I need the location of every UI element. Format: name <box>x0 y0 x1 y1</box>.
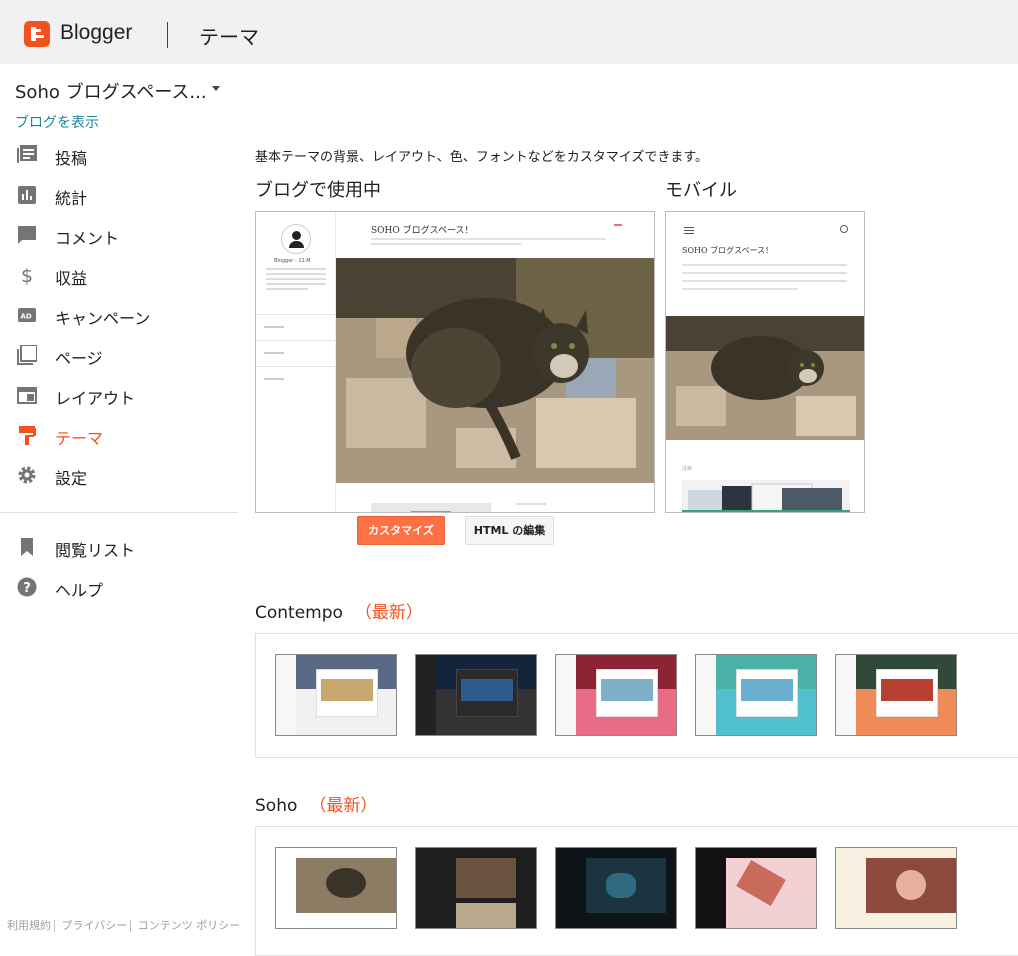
sidebar-item-campaigns[interactable]: AD キャンペーン <box>0 296 240 336</box>
theme-group-name: Contempo <box>255 603 343 623</box>
sidebar-item-pages[interactable]: ページ <box>0 336 240 376</box>
customize-button[interactable]: カスタマイズ <box>357 516 445 545</box>
mobile-theme-preview[interactable]: SOHO ブログスペース！ 注目 <box>665 211 865 513</box>
stats-icon <box>18 186 36 204</box>
content-policy-link[interactable]: コンテンツ ポリシー <box>135 917 244 933</box>
featured-label: 注目 <box>682 466 693 472</box>
cat-photo-image <box>666 316 864 440</box>
mobile-heading: モバイル <box>665 180 737 201</box>
sidebar-item-label: 収益 <box>55 269 88 288</box>
comments-icon <box>18 226 36 244</box>
sidebar-item-reading-list[interactable]: 閲覧リスト <box>0 528 240 568</box>
preview-mobile-blog-title: SOHO ブログスペース！ <box>682 246 774 255</box>
avatar <box>281 224 311 254</box>
sidebar-item-label: 統計 <box>55 189 88 208</box>
terms-link[interactable]: 利用規約 <box>4 917 54 933</box>
theme-thumbnail-soho-light[interactable] <box>275 847 397 929</box>
sidebar-secondary-nav: 閲覧リスト ? ヘルプ <box>0 528 240 608</box>
sidebar-item-theme[interactable]: テーマ <box>0 416 240 456</box>
theme-thumbnail-contempo-orange[interactable] <box>835 654 957 736</box>
theme-group-name: Soho <box>255 796 298 816</box>
sidebar-item-layout[interactable]: レイアウト <box>0 376 240 416</box>
preview-footer-area <box>371 503 546 512</box>
theme-icon <box>19 426 36 445</box>
view-blog-link[interactable]: ブログを表示 <box>15 112 99 132</box>
sidebar-item-label: 設定 <box>55 469 88 488</box>
sidebar-item-earnings[interactable]: $ 収益 <box>0 256 240 296</box>
layout-icon <box>17 387 37 404</box>
svg-text:AD: AD <box>21 313 32 321</box>
privacy-link[interactable]: プライバシー <box>59 917 131 933</box>
header-divider <box>167 22 168 48</box>
new-badge: （最新） <box>309 796 378 816</box>
svg-text:?: ? <box>23 581 31 596</box>
sidebar-item-label: キャンペーン <box>55 309 151 328</box>
cat-photo-image <box>336 258 654 483</box>
soho-theme-panel <box>255 826 1018 956</box>
sidebar-item-stats[interactable]: 統計 <box>0 176 240 216</box>
theme-thumbnail-soho-cream[interactable] <box>835 847 957 929</box>
footer-links: 利用規約 プライバシー コンテンツ ポリシー <box>4 917 243 933</box>
help-icon: ? <box>17 577 37 597</box>
theme-thumbnail-contempo-aqua[interactable] <box>695 654 817 736</box>
theme-thumbnail-soho-pink[interactable] <box>695 847 817 929</box>
blogger-logo-icon[interactable] <box>24 21 50 47</box>
chevron-down-icon[interactable] <box>212 86 220 91</box>
theme-group-heading: Soho （最新） <box>255 791 377 816</box>
in-use-heading: ブログで使用中 <box>255 180 381 201</box>
contempo-theme-panel <box>255 633 1018 758</box>
gear-icon <box>18 466 36 484</box>
theme-thumbnail-soho-dark[interactable] <box>415 847 537 929</box>
bookmark-icon <box>21 538 33 556</box>
brand-name[interactable]: Blogger <box>60 21 132 45</box>
sidebar-item-posts[interactable]: 投稿 <box>0 136 240 176</box>
preview-sidebar: Blogger - 11.M <box>256 212 336 512</box>
sidebar-item-label: テーマ <box>55 429 104 448</box>
page-title: テーマ <box>199 25 259 49</box>
theme-thumbnail-soho-night[interactable] <box>555 847 677 929</box>
sidebar-item-comments[interactable]: コメント <box>0 216 240 256</box>
sidebar-item-help[interactable]: ? ヘルプ <box>0 568 240 608</box>
pages-icon <box>17 345 37 365</box>
sidebar-divider <box>0 512 238 513</box>
blog-selector[interactable]: Soho ブログスペース... <box>15 78 207 104</box>
theme-description: 基本テーマの背景、レイアウト、色、フォントなどをカスタマイズできます。 <box>255 150 709 165</box>
new-badge: （最新） <box>354 603 423 623</box>
edit-html-button[interactable]: HTML の編集 <box>465 516 554 545</box>
search-icon <box>840 225 848 233</box>
earnings-icon: $ <box>21 265 33 285</box>
sidebar-item-label: ヘルプ <box>55 581 104 600</box>
svg-text:$: $ <box>21 265 33 285</box>
preview-blog-title: SOHO ブログスペース！ <box>371 226 474 236</box>
preview-profile-name: Blogger - 11.M <box>274 258 311 264</box>
theme-group-heading: Contempo （最新） <box>255 598 423 623</box>
sidebar-item-label: ページ <box>55 349 103 368</box>
sidebar-nav: 投稿 統計 コメント $ 収益 AD キャンペーン ページ レイアウト テーマ … <box>0 136 240 496</box>
campaigns-icon: AD <box>18 308 36 322</box>
posts-icon <box>17 145 37 163</box>
sidebar-item-label: レイアウト <box>55 389 136 408</box>
sidebar-item-settings[interactable]: 設定 <box>0 456 240 496</box>
top-app-bar: Blogger テーマ <box>0 0 1018 64</box>
sidebar-item-label: 閲覧リスト <box>55 541 136 560</box>
desktop-theme-preview[interactable]: Blogger - 11.M SOHO ブログスペース！ <box>255 211 655 513</box>
theme-thumbnail-contempo-light[interactable] <box>275 654 397 736</box>
theme-thumbnail-contempo-dark[interactable] <box>415 654 537 736</box>
sidebar-item-label: コメント <box>55 229 120 248</box>
preview-theme-thumbnails <box>682 480 850 512</box>
menu-icon <box>684 227 694 236</box>
theme-thumbnail-contempo-pink[interactable] <box>555 654 677 736</box>
sidebar-item-label: 投稿 <box>55 149 88 168</box>
